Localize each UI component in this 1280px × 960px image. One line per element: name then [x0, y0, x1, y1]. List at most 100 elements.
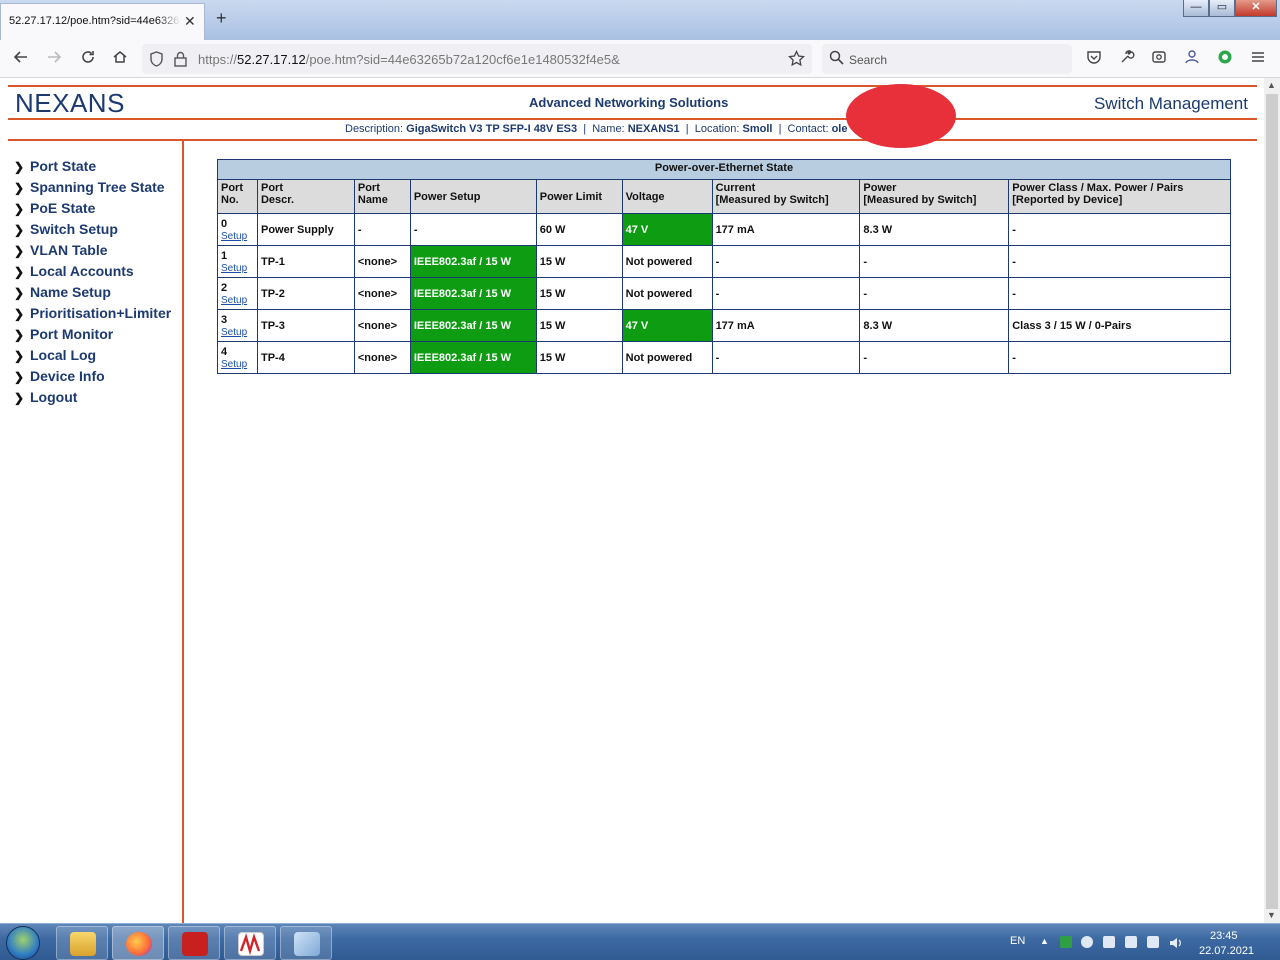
speaker-icon[interactable]: [1169, 936, 1181, 948]
description-label: Description:: [345, 123, 404, 135]
search-box[interactable]: Search: [822, 44, 1072, 74]
menu-item-poe-state[interactable]: ❯ PoE State: [14, 200, 95, 216]
screenshot-icon[interactable]: [1151, 49, 1167, 70]
pocket-icon[interactable]: [1086, 49, 1102, 70]
current-cell: -: [711, 277, 861, 310]
chevron-right-icon: ❯: [14, 223, 25, 237]
scrollbar-thumb[interactable]: [1266, 94, 1278, 909]
col-header-port-descr: Port Descr.: [256, 179, 355, 214]
acrobat-taskbar-button[interactable]: [168, 926, 220, 960]
paint-icon: [294, 932, 320, 956]
tray-device-icon[interactable]: [1103, 936, 1115, 948]
forward-arrow-icon[interactable]: [46, 49, 62, 70]
scroll-down-icon[interactable]: ▼: [1267, 910, 1276, 920]
extension-icon[interactable]: [1184, 49, 1200, 70]
start-button[interactable]: [6, 926, 40, 960]
url-text[interactable]: https://52.27.17.12/poe.htm?sid=44e63265…: [198, 52, 620, 67]
setup-link[interactable]: Setup: [221, 295, 247, 306]
scroll-up-icon[interactable]: ▲: [1267, 80, 1276, 90]
power-setup-cell: IEEE802.3af / 15 W: [409, 309, 537, 342]
menu-item-label: Name Setup: [30, 284, 111, 300]
reload-icon[interactable]: [80, 49, 96, 70]
col-header-port-no: Port No.: [217, 179, 258, 214]
chevron-right-icon: ❯: [14, 160, 25, 174]
app-taskbar-button[interactable]: [224, 926, 276, 960]
language-indicator[interactable]: EN: [1010, 935, 1025, 947]
maximize-window-button[interactable]: ▭: [1209, 0, 1235, 17]
port-descr-cell: Power Supply: [256, 213, 355, 246]
setup-link[interactable]: Setup: [221, 327, 247, 338]
chevron-right-icon: ❯: [14, 391, 25, 405]
device-info-line: Description: GigaSwitch V3 TP SFP-I 48V …: [345, 123, 847, 135]
tray-app-icon[interactable]: [1060, 936, 1072, 948]
home-icon[interactable]: [112, 49, 128, 70]
menu-item-device-info[interactable]: ❯ Device Info: [14, 368, 105, 384]
page-title: Switch Management: [1093, 94, 1248, 113]
browser-titlebar: 52.27.17.12/poe.htm?sid=44e63265b72a120c…: [0, 0, 1280, 40]
menu-item-label: Port State: [30, 158, 97, 174]
lock-icon[interactable]: [173, 51, 188, 72]
file-explorer-taskbar-button[interactable]: [56, 926, 108, 960]
voltage-cell: Not powered: [621, 277, 713, 310]
power-cell: -: [859, 341, 1010, 374]
table-header-row: Port No. Port Descr. Port Name Power Setup …: [217, 179, 1231, 214]
port-name-cell: <none>: [353, 277, 411, 310]
chevron-right-icon: ❯: [14, 202, 25, 216]
new-tab-icon[interactable]: +: [216, 8, 227, 29]
hamburger-menu-icon[interactable]: [1250, 49, 1266, 70]
search-icon: [829, 50, 844, 70]
menu-item-port-monitor[interactable]: ❯ Port Monitor: [14, 326, 113, 342]
menu-item-switch-setup[interactable]: ❯ Switch Setup: [14, 221, 118, 237]
current-cell: -: [711, 245, 861, 278]
show-hidden-icons-icon[interactable]: ▲: [1040, 936, 1049, 946]
menu-item-local-log[interactable]: ❯ Local Log: [14, 347, 96, 363]
port-number: 2: [221, 282, 228, 294]
acrobat-icon: [182, 932, 208, 956]
menu-item-port-state[interactable]: ❯ Port State: [14, 158, 96, 174]
vertical-scrollbar[interactable]: ▲ ▼: [1264, 78, 1280, 923]
clock-date[interactable]: 22.07.2021: [1199, 945, 1254, 957]
name-label: Name:: [592, 123, 625, 135]
sync-extension-icon[interactable]: [1217, 49, 1233, 70]
port-descr-cell: TP-1: [256, 245, 355, 278]
bookmark-star-icon[interactable]: [788, 49, 805, 72]
tray-network-icon[interactable]: [1125, 936, 1137, 948]
menu-item-logout[interactable]: ❯ Logout: [14, 389, 77, 405]
menu-item-name-setup[interactable]: ❯ Name Setup: [14, 284, 111, 300]
menu-item-vlan-table[interactable]: ❯ VLAN Table: [14, 242, 108, 258]
menu-item-prioritisation-limiter[interactable]: ❯ Prioritisation+Limiter: [14, 305, 171, 321]
tray-monitor-icon[interactable]: [1147, 936, 1159, 948]
close-tab-icon[interactable]: ✕: [184, 13, 196, 30]
port-name-cell: <none>: [353, 341, 411, 374]
browser-tab[interactable]: 52.27.17.12/poe.htm?sid=44e63265b72a120c…: [0, 3, 205, 40]
url-bar[interactable]: https://52.27.17.12/poe.htm?sid=44e63265…: [142, 44, 812, 74]
power-class-cell: -: [1008, 213, 1231, 246]
wrench-icon[interactable]: [1119, 49, 1135, 70]
clock-time[interactable]: 23:45: [1210, 930, 1238, 942]
col-header-current: Current [Measured by Switch]: [711, 179, 861, 214]
setup-link[interactable]: Setup: [221, 359, 247, 370]
table-row: 4 Setup TP-4 <none> IEEE802.3af / 15 W 15 W No…: [217, 341, 1231, 374]
port-no-cell: 1 Setup: [217, 245, 258, 278]
windows-taskbar: EN ▲ 23:45 22.07.2021: [0, 923, 1280, 960]
menu-item-spanning-tree-state[interactable]: ❯ Spanning Tree State: [14, 179, 165, 195]
firefox-taskbar-button[interactable]: [112, 926, 164, 960]
back-arrow-icon[interactable]: [13, 49, 29, 70]
power-class-cell: -: [1008, 341, 1231, 374]
menu-item-label: Logout: [30, 389, 78, 405]
tray-sync-icon[interactable]: [1081, 936, 1093, 948]
chevron-right-icon: ❯: [14, 370, 25, 384]
setup-link[interactable]: Setup: [221, 263, 247, 274]
minimize-window-button[interactable]: —: [1183, 0, 1209, 17]
setup-link[interactable]: Setup: [221, 231, 247, 242]
name-value: NEXANS1: [627, 123, 680, 135]
chevron-right-icon: ❯: [14, 265, 25, 279]
sidebar-divider: [182, 141, 184, 923]
close-window-button[interactable]: ✕: [1235, 0, 1277, 17]
menu-item-label: Device Info: [30, 368, 105, 384]
port-no-cell: 4 Setup: [217, 341, 258, 374]
paint-taskbar-button[interactable]: [280, 926, 332, 960]
menu-item-local-accounts[interactable]: ❯ Local Accounts: [14, 263, 134, 279]
separator: |: [778, 123, 782, 135]
shield-icon[interactable]: [149, 51, 164, 72]
